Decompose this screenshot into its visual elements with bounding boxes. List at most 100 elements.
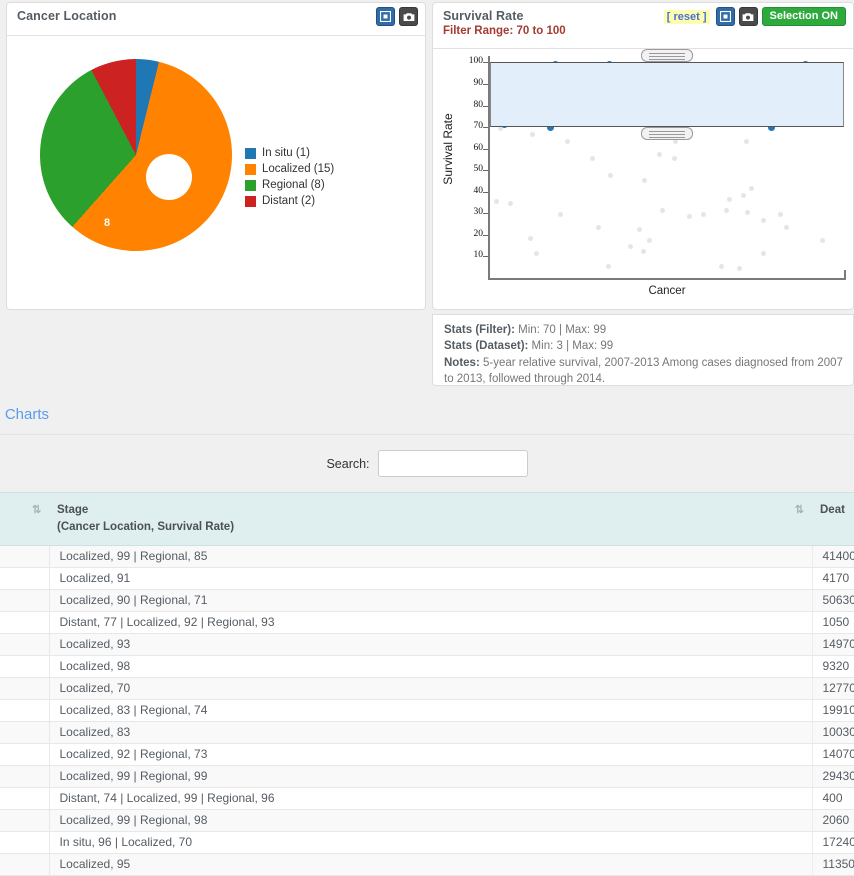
- survival-rate-panel: Survival Rate Filter Range: 70 to 100 [ …: [432, 2, 854, 310]
- search-label: Search:: [326, 457, 369, 471]
- table-row[interactable]: Distant, 77 | Localized, 92 | Regional, …: [0, 612, 854, 634]
- table-cell-deaths: 400: [812, 788, 854, 810]
- scatter-point-unselected: [672, 156, 677, 161]
- legend-swatch: [245, 148, 256, 159]
- brush-selection-band[interactable]: [490, 62, 844, 127]
- y-axis-tick-label: 80: [443, 100, 483, 110]
- y-axis-tick-label: 20: [443, 229, 483, 239]
- table-cell-stage: Localized, 83 | Regional, 74: [49, 700, 812, 722]
- table-row[interactable]: Localized, 99 | Regional, 982060: [0, 810, 854, 832]
- legend-label: Localized (15): [262, 163, 334, 175]
- scatter-point-unselected: [745, 210, 750, 215]
- table-cell-deaths: 19910: [812, 700, 854, 722]
- scatter-point-unselected: [508, 201, 513, 206]
- y-axis-tick-label: 10: [443, 250, 483, 260]
- table-row[interactable]: Localized, 8310030: [0, 722, 854, 744]
- table-cell-stage: Localized, 99 | Regional, 98: [49, 810, 812, 832]
- scatter-point-unselected: [558, 212, 563, 217]
- table-body: Localized, 99 | Regional, 8541400Localiz…: [0, 546, 854, 876]
- scatter-point-unselected: [637, 227, 642, 232]
- table-row[interactable]: Localized, 989320: [0, 656, 854, 678]
- table-cell-deaths: 50630: [812, 590, 854, 612]
- charts-link[interactable]: ne Charts: [0, 406, 49, 423]
- donut-chart[interactable]: 8 15: [40, 59, 232, 251]
- y-axis-tick-label: 60: [443, 143, 483, 153]
- table-cell-stage: Localized, 99 | Regional, 99: [49, 766, 812, 788]
- table-row[interactable]: Localized, 99 | Regional, 8541400: [0, 546, 854, 568]
- stats-filter-label: Stats (Filter):: [444, 324, 515, 336]
- table-cell-gutter: [0, 546, 49, 568]
- reset-link[interactable]: [ reset ]: [664, 10, 710, 24]
- table-cell-stage: Localized, 83: [49, 722, 812, 744]
- table-row[interactable]: Localized, 92 | Regional, 7314070: [0, 744, 854, 766]
- y-axis-tick-label: 30: [443, 207, 483, 217]
- x-axis-left-cap: [488, 270, 490, 279]
- legend-item[interactable]: In situ (1): [245, 147, 334, 159]
- legend-swatch: [245, 196, 256, 207]
- table-cell-stage: Localized, 90 | Regional, 71: [49, 590, 812, 612]
- legend-item[interactable]: Distant (2): [245, 195, 334, 207]
- scatter-point-unselected: [494, 199, 499, 204]
- scatter-point-unselected: [608, 173, 613, 178]
- scatter-point-unselected: [741, 193, 746, 198]
- table-row[interactable]: Localized, 9511350: [0, 854, 854, 876]
- table-cell-stage: Localized, 70: [49, 678, 812, 700]
- donut-hole: [146, 154, 192, 200]
- table-row[interactable]: Localized, 9314970: [0, 634, 854, 656]
- scatter-point-unselected: [749, 186, 754, 191]
- table-cell-gutter: [0, 788, 49, 810]
- y-axis-tick-label: 40: [443, 186, 483, 196]
- scatter-point-unselected: [642, 178, 647, 183]
- table-row[interactable]: Distant, 74 | Localized, 99 | Regional, …: [0, 788, 854, 810]
- table-cell-gutter: [0, 854, 49, 876]
- x-axis-line: [488, 278, 846, 280]
- scatter-point-unselected: [596, 225, 601, 230]
- dashboard-panels: Cancer Location: [0, 0, 854, 392]
- brush-handle-top[interactable]: [641, 49, 693, 62]
- table-header-gutter[interactable]: ⇅: [0, 493, 49, 546]
- table-cell-deaths: 9320: [812, 656, 854, 678]
- scatter-point-unselected: [660, 208, 665, 213]
- x-axis-right-cap: [844, 270, 846, 279]
- scatter-point-unselected: [778, 212, 783, 217]
- expand-icon-button[interactable]: [716, 7, 735, 26]
- table-header-stage[interactable]: Stage (Cancer Location, Survival Rate) ⇅: [49, 493, 812, 546]
- y-axis-tick-mark: [483, 213, 488, 214]
- table-cell-gutter: [0, 678, 49, 700]
- table-cell-deaths: 1050: [812, 612, 854, 634]
- pie-legend: In situ (1) Localized (15) Regional (8) Dis…: [245, 147, 334, 211]
- scatter-point-unselected: [528, 236, 533, 241]
- scatter-point-unselected: [628, 244, 633, 249]
- pie-slice-label-regional: 8: [104, 217, 110, 229]
- table-row[interactable]: Localized, 90 | Regional, 7150630: [0, 590, 854, 612]
- brush-handle-bottom[interactable]: [641, 127, 693, 140]
- search-input[interactable]: [378, 450, 528, 477]
- table-cell-stage: In situ, 96 | Localized, 70: [49, 832, 812, 854]
- cancer-location-divider: [7, 35, 425, 36]
- legend-item[interactable]: Regional (8): [245, 179, 334, 191]
- table-row[interactable]: Localized, 7012770: [0, 678, 854, 700]
- camera-icon-button[interactable]: [739, 7, 758, 26]
- table-header-stage-sublabel: (Cancer Location, Survival Rate): [57, 521, 804, 533]
- camera-icon-button[interactable]: [399, 7, 418, 26]
- survival-rate-header-buttons: [ reset ] Selection ON: [664, 7, 846, 26]
- table-cell-deaths: 10030: [812, 722, 854, 744]
- table-cell-gutter: [0, 656, 49, 678]
- table-row[interactable]: Localized, 914170: [0, 568, 854, 590]
- table-row[interactable]: Localized, 83 | Regional, 7419910: [0, 700, 854, 722]
- scatter-point-unselected: [724, 208, 729, 213]
- table-cell-gutter: [0, 810, 49, 832]
- selection-toggle-button[interactable]: Selection ON: [762, 7, 846, 26]
- expand-icon: [720, 11, 731, 22]
- legend-item[interactable]: Localized (15): [245, 163, 334, 175]
- stats-notes-row: Notes: 5-year relative survival, 2007-20…: [444, 355, 843, 388]
- y-axis-tick-label: 50: [443, 164, 483, 174]
- table-cell-gutter: [0, 832, 49, 854]
- expand-icon-button[interactable]: [376, 7, 395, 26]
- table-header-deaths[interactable]: Deat: [812, 493, 854, 546]
- survival-rate-scatter-plot[interactable]: Survival Rate 100908070605040302010 Canc…: [433, 50, 853, 310]
- table-row[interactable]: In situ, 96 | Localized, 7017240: [0, 832, 854, 854]
- table-cell-stage: Localized, 99 | Regional, 85: [49, 546, 812, 568]
- table-cell-gutter: [0, 634, 49, 656]
- table-row[interactable]: Localized, 99 | Regional, 9929430: [0, 766, 854, 788]
